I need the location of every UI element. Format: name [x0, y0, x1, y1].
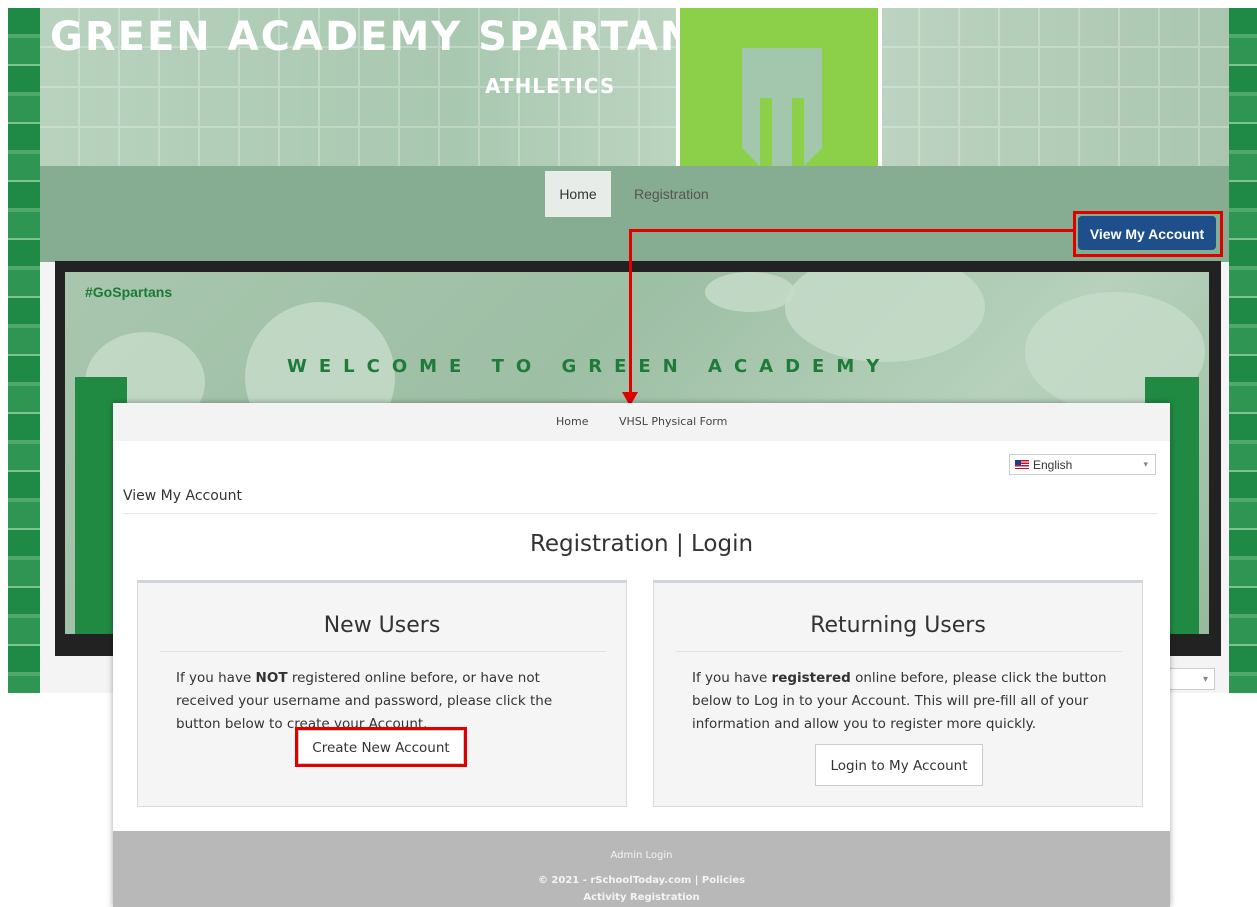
- new-users-title: New Users: [323, 613, 441, 638]
- page-title: View My Account: [123, 488, 243, 504]
- spartan-logo: [676, 8, 882, 166]
- new-users-divider: [160, 651, 606, 652]
- portal-nav-bar: Home VHSL Physical Form: [113, 403, 1170, 441]
- new-users-text-start: If you have: [176, 670, 256, 686]
- language-select[interactable]: English ▾: [1009, 454, 1156, 475]
- footer-activity-registration: Activity Registration: [583, 892, 700, 903]
- site-banner: GREEN ACADEMY SPARTANS ATHLETICS: [40, 8, 1229, 166]
- create-account-highlight-box: [295, 727, 467, 767]
- site-language-select[interactable]: ▾: [1163, 668, 1215, 690]
- returning-users-description: If you have registered online before, pl…: [692, 667, 1122, 736]
- ball-shape: [705, 272, 795, 312]
- hero-welcome-text: WELCOME TO GREEN ACADEMY: [287, 356, 892, 377]
- new-users-panel: New Users If you have NOT registered onl…: [137, 580, 627, 807]
- annotation-arrow-horizontal: [629, 229, 1075, 232]
- new-users-description: If you have NOT registered online before…: [176, 667, 596, 736]
- returning-users-title: Returning Users: [810, 613, 986, 638]
- spartan-helmet-icon: [742, 48, 822, 166]
- view-account-highlight-box: [1073, 211, 1223, 257]
- account-portal-window: Home VHSL Physical Form English ▾ View M…: [113, 403, 1170, 907]
- returning-users-divider: [676, 651, 1122, 652]
- login-to-my-account-button[interactable]: Login to My Account: [815, 744, 983, 786]
- hero-hashtag: #GoSpartans: [85, 284, 173, 300]
- portal-nav-vhsl-physical-form[interactable]: VHSL Physical Form: [619, 415, 727, 428]
- us-flag-icon: [1015, 460, 1029, 469]
- nav-registration-link[interactable]: Registration: [634, 171, 709, 217]
- heading-divider: [123, 513, 1157, 514]
- right-green-stripe: [1229, 8, 1257, 693]
- annotation-arrow-vertical: [629, 229, 632, 395]
- sneaker-shape: [785, 272, 985, 362]
- footer-copyright: © 2021 - rSchoolToday.com | Policies: [537, 875, 746, 886]
- returning-users-text-emphasis: registered: [771, 670, 851, 686]
- admin-login-link[interactable]: Admin Login: [113, 850, 1170, 861]
- new-users-text-emphasis: NOT: [255, 670, 288, 686]
- left-green-stripe: [8, 8, 40, 693]
- portal-nav-home[interactable]: Home: [556, 415, 588, 428]
- site-nav-bar: Home Registration View My Account: [40, 166, 1229, 262]
- returning-users-panel: Returning Users If you have registered o…: [653, 580, 1143, 807]
- language-selected-value: English: [1033, 458, 1073, 472]
- portal-footer: Admin Login © 2021 - rSchoolToday.com | …: [113, 831, 1170, 907]
- banner-title: GREEN ACADEMY SPARTANS: [50, 14, 727, 60]
- chevron-down-icon: ▾: [1143, 459, 1148, 469]
- returning-users-text-start: If you have: [692, 670, 772, 686]
- nav-home-link[interactable]: Home: [545, 171, 611, 217]
- registration-login-title: Registration | Login: [529, 531, 754, 557]
- banner-subtitle: ATHLETICS: [485, 74, 616, 98]
